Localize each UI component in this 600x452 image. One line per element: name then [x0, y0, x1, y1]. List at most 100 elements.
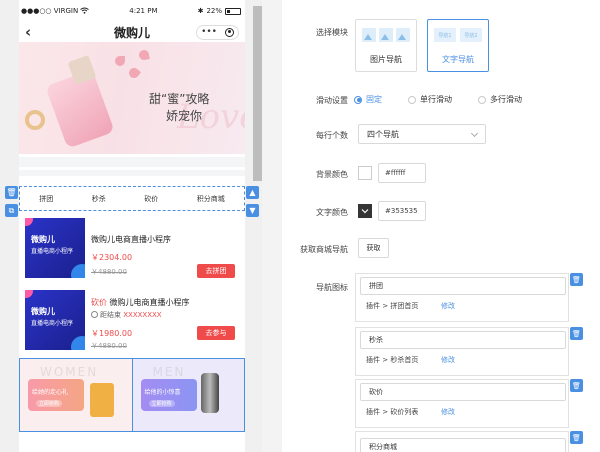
- trash-icon[interactable]: 🗑: [5, 186, 18, 199]
- countdown-label: 距结束: [100, 311, 121, 319]
- clock-icon: [91, 311, 98, 318]
- radio-dot: [408, 95, 416, 104]
- tab-pintuan[interactable]: 拼团: [39, 194, 53, 204]
- join-bargain-button[interactable]: 去参与: [197, 326, 235, 340]
- chevron-down-icon[interactable]: ▼: [246, 204, 259, 217]
- per-row-select[interactable]: 四个导航: [358, 124, 486, 144]
- promo-card-men[interactable]: MEN 给他的小惊喜 立即抢购: [131, 359, 244, 431]
- radio-multi-row[interactable]: 多行滑动: [478, 94, 522, 105]
- join-group-button[interactable]: 去拼团: [197, 264, 235, 278]
- nav-name-input[interactable]: 砍价: [360, 383, 566, 401]
- radio-dot: [478, 95, 486, 104]
- phone-preview: ●●●○○ VIRGIN 4:21 PM ✱ 22% ‹ 微购儿 ••• Lov…: [19, 0, 245, 452]
- scrollbar-thumb[interactable]: [253, 6, 262, 181]
- tab-kanjia[interactable]: 砍价: [144, 194, 158, 204]
- miniapp-capsule[interactable]: •••: [196, 24, 239, 40]
- module-label: 选择模块: [316, 28, 348, 37]
- spacer: [19, 157, 245, 167]
- trash-icon[interactable]: 🗑: [570, 273, 583, 286]
- thumb-title: 微购儿: [31, 307, 55, 316]
- thumb-subtitle: 直播电商小程序: [31, 320, 74, 327]
- trash-icon[interactable]: 🗑: [570, 379, 583, 392]
- chevron-up-icon[interactable]: ▲: [246, 186, 259, 199]
- product-old-price: ￥4880.00: [91, 342, 127, 350]
- radio-dot: [354, 95, 362, 104]
- edit-link[interactable]: 修改: [441, 301, 455, 311]
- product-thumbnail: 微购儿 直播电商小程序: [25, 218, 85, 278]
- fetch-button[interactable]: 获取: [358, 238, 389, 258]
- chevron-down-icon: [470, 129, 479, 138]
- bluetooth-icon: ✱: [197, 7, 204, 15]
- status-bar: ●●●○○ VIRGIN 4:21 PM ✱ 22%: [19, 0, 245, 22]
- product-price: ￥2304.00: [91, 253, 133, 262]
- chevron-down-icon: [361, 209, 369, 214]
- nav-name-input[interactable]: 秒杀: [360, 331, 566, 349]
- edit-link[interactable]: 修改: [441, 407, 455, 417]
- image-icon: [362, 28, 376, 42]
- countdown-value: XXXXXXXX: [123, 311, 162, 319]
- radio-fixed[interactable]: 固定: [354, 94, 382, 105]
- nav-name-input[interactable]: 拼团: [360, 277, 566, 295]
- card-watermark: MEN: [152, 365, 186, 379]
- copy-icon[interactable]: ⧉: [5, 204, 18, 217]
- card-buy-label[interactable]: 立即抢购: [36, 400, 63, 407]
- bg-color-swatch[interactable]: [358, 166, 372, 180]
- module-name: 文字导航: [442, 55, 474, 64]
- product-price: ￥1980.00: [91, 329, 133, 338]
- product-title: 微购儿电商直播小程序: [91, 235, 171, 244]
- nav-name-value: 砍价: [369, 388, 383, 396]
- preview-tab: 导航2: [460, 28, 482, 42]
- card-buy-label[interactable]: 立即抢购: [148, 400, 175, 407]
- module-image-nav[interactable]: 图片导航: [355, 19, 417, 72]
- thumb-subtitle: 直播电商小程序: [31, 248, 74, 255]
- radio-label: 固定: [366, 95, 382, 104]
- scroll-options: 固定 单行滑动 多行滑动: [354, 94, 522, 105]
- status-time: 4:21 PM: [129, 7, 158, 15]
- text-color-swatch[interactable]: [358, 204, 372, 218]
- banner-subline: 娇宠你: [166, 109, 203, 123]
- more-dots-icon[interactable]: •••: [201, 27, 217, 37]
- preview-tab: 导航1: [434, 28, 456, 42]
- radio-single-row[interactable]: 单行滑动: [408, 94, 452, 105]
- decor-orb: [71, 264, 85, 278]
- card-pill-text: 给她的走心礼: [32, 389, 69, 396]
- bg-color-input[interactable]: #ffffff: [378, 163, 426, 183]
- image-nav-preview: [362, 26, 410, 44]
- product-thumbnail: 微购儿 直播电商小程序: [25, 290, 85, 350]
- battery-icon: [225, 7, 241, 15]
- text-color-input[interactable]: #353535: [378, 201, 426, 221]
- per-row-label: 每行个数: [316, 131, 348, 140]
- radio-label: 单行滑动: [420, 95, 452, 104]
- product-card[interactable]: 微购儿 直播电商小程序 微购儿电商直播小程序 ￥2304.00 ￥4880.00…: [23, 218, 241, 282]
- battery-percent: 22%: [206, 7, 222, 15]
- nav-name-input[interactable]: 积分商城: [360, 438, 566, 452]
- product-card[interactable]: 微购儿 直播电商小程序 砍价 微购儿电商直播小程序 距结束 XXXXXXXX ￥…: [23, 290, 241, 354]
- thumb-title: 微购儿: [31, 235, 55, 244]
- spacer: [19, 170, 245, 176]
- promo-cards: WOMEN 给她的走心礼 立即抢购 MEN 给他的小惊喜 立即抢购: [19, 358, 245, 432]
- edit-link[interactable]: 修改: [441, 355, 455, 365]
- nav-link: 插件 > 砍价列表: [366, 408, 419, 416]
- trash-icon[interactable]: 🗑: [570, 327, 583, 340]
- decor-dot: [25, 218, 33, 226]
- tab-miaosha[interactable]: 秒杀: [92, 194, 106, 204]
- promo-card-women[interactable]: WOMEN 给她的走心礼 立即抢购: [20, 359, 132, 431]
- bargain-tag: 砍价: [91, 298, 107, 307]
- nav-link: 插件 > 拼团首页: [366, 302, 419, 310]
- banner-image[interactable]: Love 甜“蜜”攻略 娇宠你: [19, 42, 245, 154]
- chevron-left-icon[interactable]: ‹: [25, 25, 31, 40]
- petal: [126, 65, 142, 81]
- banner-headline: 甜“蜜”攻略: [149, 92, 210, 106]
- nav-item-editor: 秒杀 插件 > 秒杀首页 修改: [355, 327, 569, 376]
- tab-points-mall[interactable]: 积分商城: [197, 194, 225, 204]
- nav-item-editor: 积分商城: [355, 431, 569, 452]
- text-nav-module[interactable]: 拼团 秒杀 砍价 积分商城: [19, 186, 245, 211]
- hex-value: #ffffff: [385, 169, 406, 177]
- module-name: 图片导航: [370, 55, 402, 64]
- target-icon[interactable]: [225, 27, 234, 37]
- trash-icon[interactable]: 🗑: [570, 431, 583, 444]
- module-text-nav[interactable]: 导航1 导航2 文字导航: [427, 19, 489, 72]
- wifi-icon: [80, 7, 90, 16]
- petal: [115, 56, 125, 66]
- shaver-image: [200, 373, 219, 413]
